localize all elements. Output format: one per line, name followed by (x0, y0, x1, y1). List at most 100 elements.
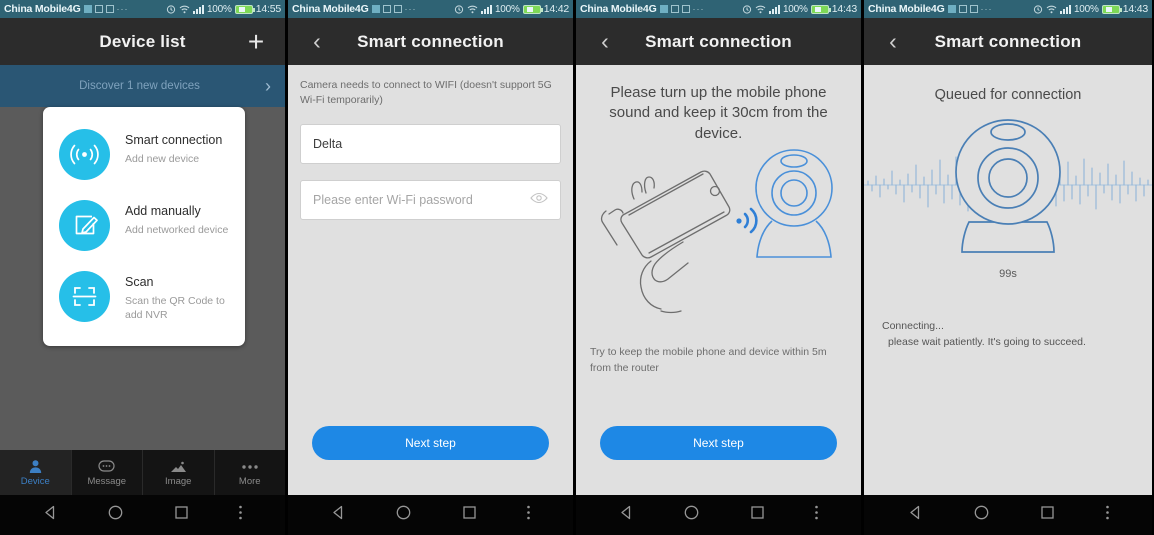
ssid-input[interactable]: Delta (300, 124, 561, 165)
grid-icon (393, 5, 402, 13)
message-icon (371, 5, 380, 13)
status-right-icons: 100% 14:43 (1033, 3, 1148, 15)
home-icon[interactable] (395, 504, 412, 526)
carrier-label: China Mobile4G (868, 3, 945, 15)
phone-to-camera-illustration (576, 115, 861, 315)
title-bar: Device list + (0, 18, 285, 65)
menu-icon[interactable] (814, 504, 819, 526)
panel-device-list: China Mobile4G ··· 100% 14:55 Device lis… (0, 0, 288, 535)
bottom-tab-bar: Device Message Image More (0, 450, 285, 495)
battery-icon (234, 4, 255, 14)
menu-icon[interactable] (1105, 504, 1110, 526)
menu-item-add-manually[interactable]: Add manually Add networked device (43, 190, 245, 261)
status-left-icons: ··· (947, 4, 993, 14)
battery-percent: 100% (1073, 3, 1099, 15)
back-button[interactable]: ‹ (302, 18, 332, 65)
battery-icon (1101, 4, 1122, 14)
signal-icon (480, 4, 492, 14)
signal-icon (192, 4, 204, 14)
tab-device[interactable]: Device (0, 450, 72, 495)
panel-connecting: China Mobile4G ··· 100% 14:43 ‹ Smart co… (864, 0, 1152, 535)
menu-item-text: Add manually Add networked device (125, 200, 228, 237)
back-button[interactable]: ‹ (590, 18, 620, 65)
clock: 14:43 (1122, 3, 1148, 15)
tab-more[interactable]: More (215, 450, 286, 495)
carrier-label: China Mobile4G (292, 3, 369, 15)
menu-item-scan[interactable]: Scan Scan the QR Code to add NVR (43, 261, 245, 332)
alarm-icon (742, 5, 752, 14)
wifi-icon (1046, 5, 1057, 13)
screenshot-strip: China Mobile4G ··· 100% 14:55 Device lis… (0, 0, 1154, 535)
battery-icon (522, 4, 543, 14)
alarm-icon (454, 5, 464, 14)
menu-icon[interactable] (238, 504, 243, 526)
wifi-hint-text: Camera needs to connect to WIFI (doesn't… (300, 79, 552, 107)
waveform-camera-illustration (864, 110, 1152, 260)
title-bar: ‹ Smart connection (576, 18, 861, 65)
connecting-line-2: please wait patiently. It's going to suc… (888, 336, 1086, 349)
recents-icon[interactable] (1039, 504, 1056, 526)
overflow-icon: ··· (116, 4, 129, 14)
eye-icon[interactable] (530, 191, 548, 209)
menu-item-smart-connection[interactable]: Smart connection Add new device (43, 119, 245, 190)
recents-icon[interactable] (173, 504, 190, 526)
android-nav-bar (288, 495, 573, 535)
menu-item-title: Add manually (125, 204, 201, 218)
back-button[interactable]: ‹ (878, 18, 908, 65)
clock: 14:55 (255, 3, 281, 15)
carrier-label: China Mobile4G (580, 3, 657, 15)
broadcast-icon (59, 129, 110, 180)
tab-label: More (238, 476, 261, 487)
status-right-icons: 100% 14:42 (454, 3, 569, 15)
discover-text: Discover 1 new devices (79, 80, 200, 92)
status-bar: China Mobile4G ··· 100% 14:42 (288, 0, 573, 18)
menu-item-title: Smart connection (125, 133, 223, 147)
add-device-dialog: Smart connection Add new device Add manu… (43, 107, 245, 347)
password-input[interactable]: Please enter Wi-Fi password (300, 180, 561, 221)
home-icon[interactable] (973, 504, 990, 526)
wifi-icon (755, 5, 766, 13)
battery-percent: 100% (494, 3, 520, 15)
back-icon[interactable] (907, 504, 924, 526)
wifi-icon (467, 5, 478, 13)
tab-image[interactable]: Image (143, 450, 215, 495)
status-bar: China Mobile4G ··· 100% 14:55 (0, 0, 285, 18)
back-icon[interactable] (42, 504, 59, 526)
android-nav-bar (576, 495, 861, 535)
menu-item-text: Smart connection Add new device (125, 129, 222, 166)
menu-item-text: Scan Scan the QR Code to add NVR (125, 271, 243, 322)
status-bar: China Mobile4G ··· 100% 14:43 (576, 0, 861, 18)
android-nav-bar (864, 495, 1152, 535)
recents-icon[interactable] (749, 504, 766, 526)
home-icon[interactable] (683, 504, 700, 526)
status-text: Queued for connection (934, 87, 1082, 103)
back-icon[interactable] (618, 504, 635, 526)
camera-outline-icon (955, 119, 1061, 253)
panel-wifi-setup: China Mobile4G ··· 100% 14:42 ‹ Smart co… (288, 0, 576, 535)
tab-message[interactable]: Message (72, 450, 143, 495)
recents-icon[interactable] (461, 504, 478, 526)
status-bar: China Mobile4G ··· 100% 14:43 (864, 0, 1152, 18)
title-bar: ‹ Smart connection (288, 18, 573, 65)
tab-label: Image (165, 476, 192, 487)
next-step-button[interactable]: Next step (312, 426, 549, 460)
app-icon (94, 5, 103, 13)
menu-item-title: Scan (125, 275, 154, 289)
scan-frame-icon (59, 271, 110, 322)
menu-item-subtitle: Add networked device (125, 224, 229, 236)
camera-outline-icon (754, 149, 833, 258)
back-icon[interactable] (330, 504, 347, 526)
footnote-text: Try to keep the mobile phone and device … (590, 346, 827, 374)
menu-icon[interactable] (526, 504, 531, 526)
discover-banner[interactable]: Discover 1 new devices › (0, 65, 285, 107)
next-step-button[interactable]: Next step (600, 426, 837, 460)
alarm-icon (166, 5, 176, 14)
home-icon[interactable] (107, 504, 124, 526)
message-icon (947, 5, 956, 13)
app-icon (670, 5, 679, 13)
android-nav-bar (0, 495, 285, 535)
panel-sound-pairing: China Mobile4G ··· 100% 14:43 ‹ Smart co… (576, 0, 864, 535)
signal-icon (1059, 4, 1071, 14)
battery-icon (810, 4, 831, 14)
add-device-button[interactable]: + (241, 18, 271, 65)
